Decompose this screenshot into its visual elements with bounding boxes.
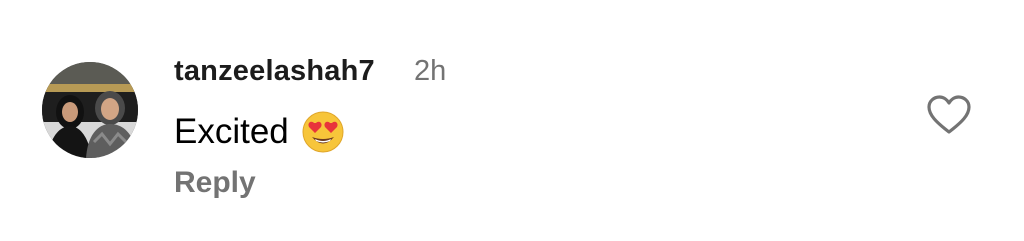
heart-eyes-emoji-icon xyxy=(301,110,345,154)
comment-timestamp: 2h xyxy=(414,55,447,87)
comment-body: Excited xyxy=(174,110,345,154)
reply-button[interactable]: Reply xyxy=(174,166,256,200)
avatar[interactable] xyxy=(42,62,138,158)
avatar-image xyxy=(42,62,138,158)
comment-text: Excited xyxy=(174,112,289,151)
heart-outline-icon[interactable] xyxy=(926,94,972,136)
comment-item: tanzeelashah7 2h Excited Reply xyxy=(0,0,1024,241)
comment-username[interactable]: tanzeelashah7 xyxy=(174,55,375,88)
